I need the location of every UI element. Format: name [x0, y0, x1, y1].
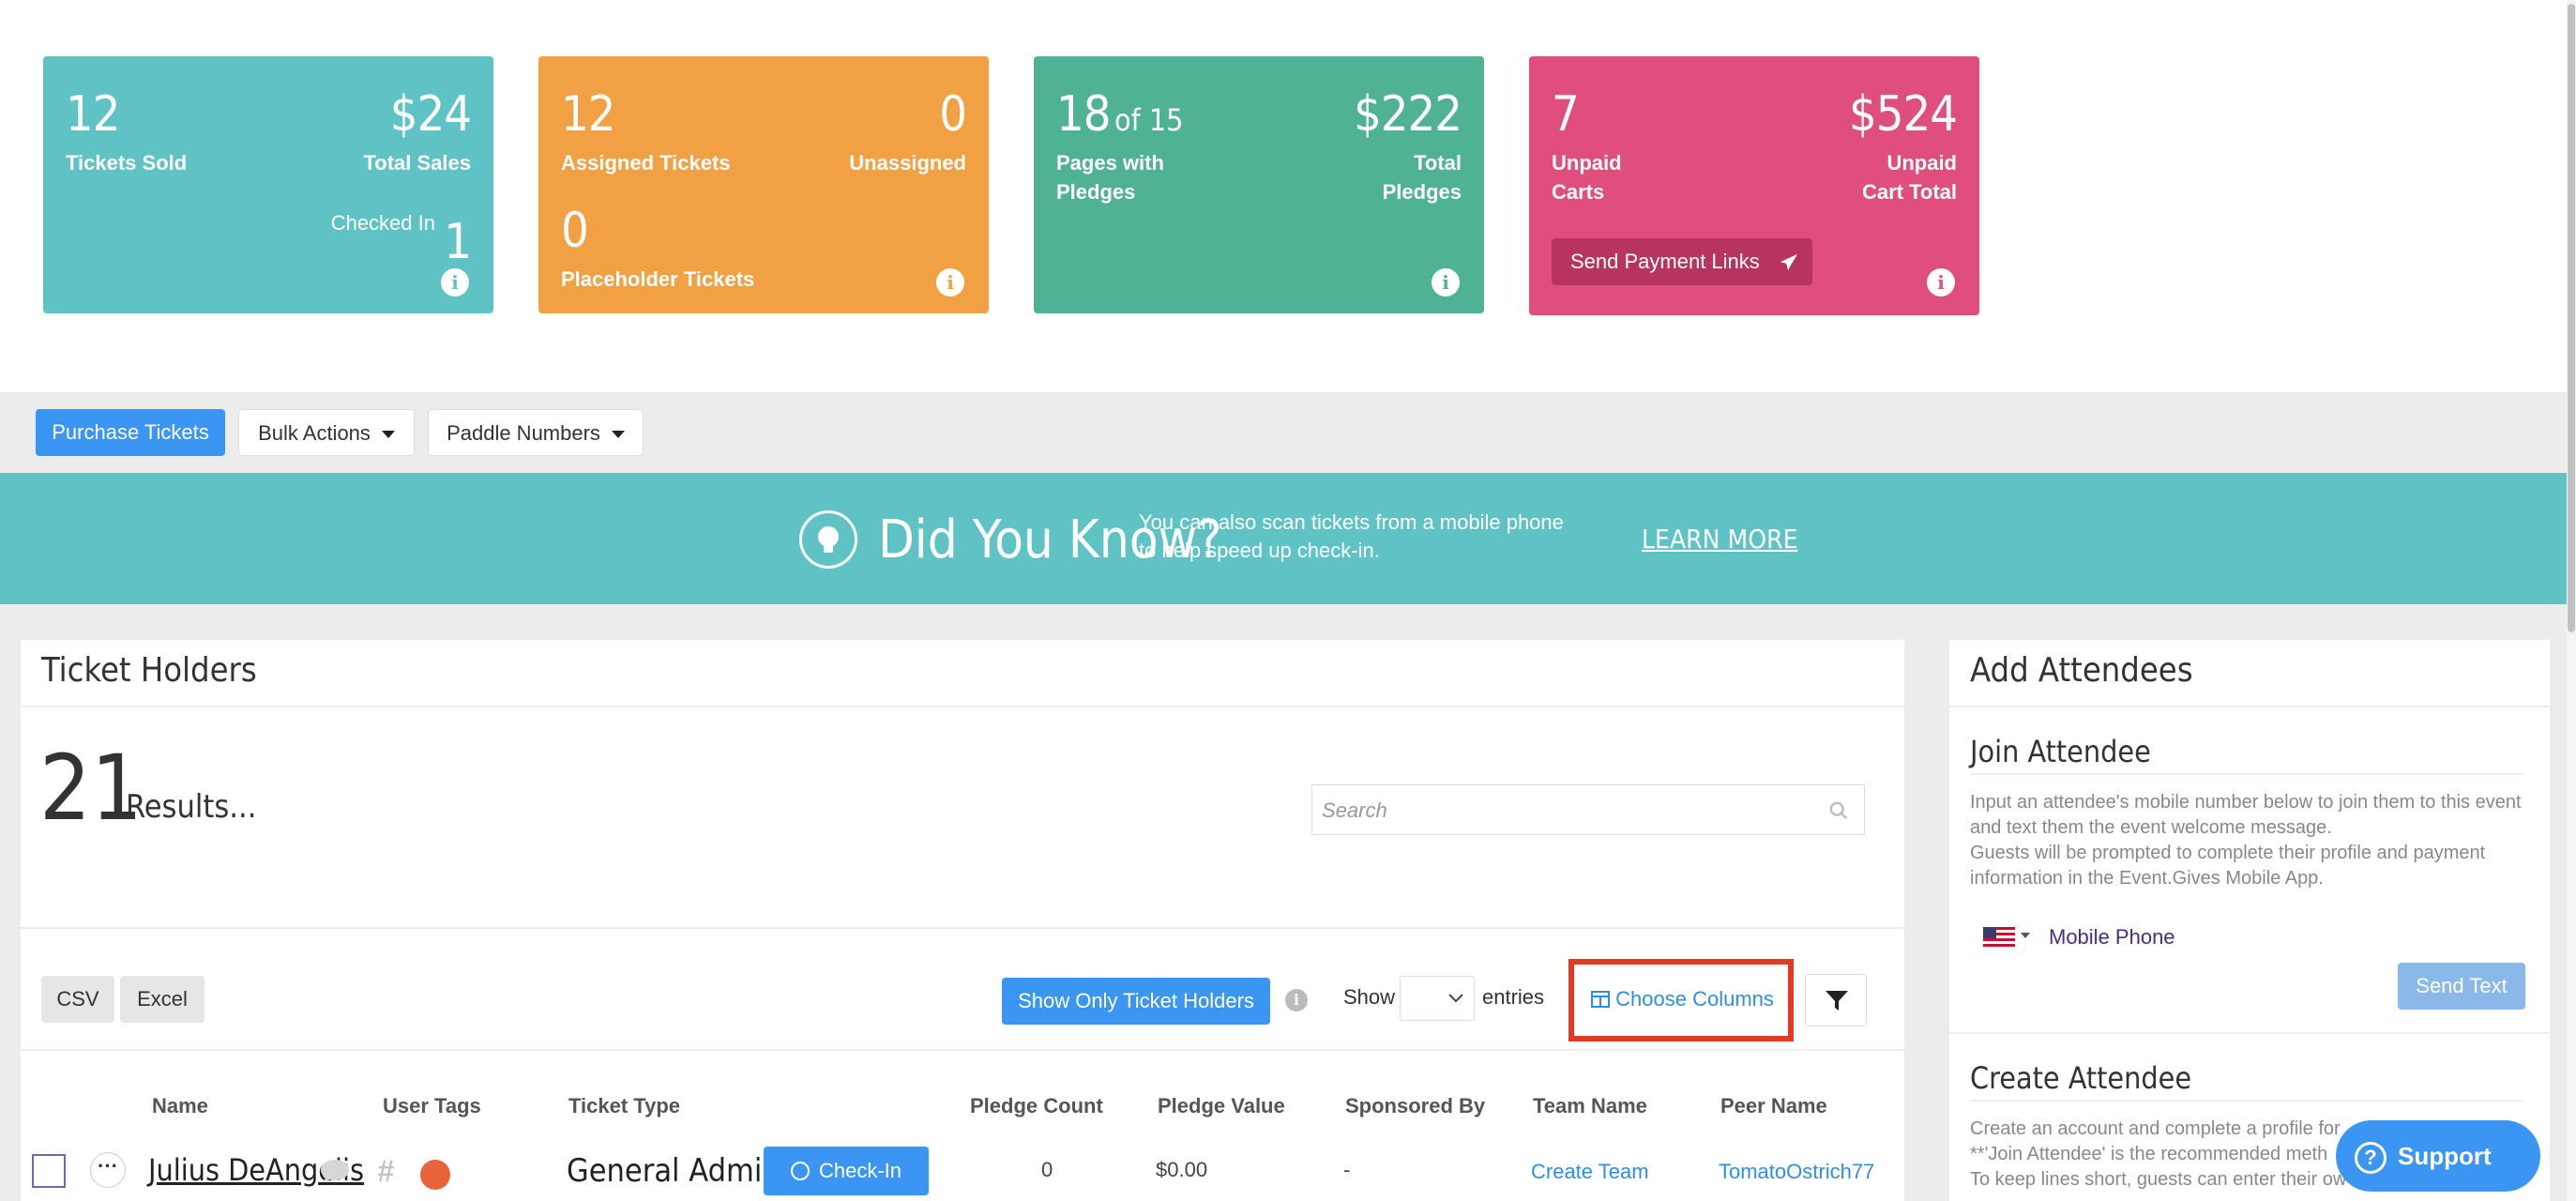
filter-button[interactable]	[1805, 974, 1867, 1026]
create-team-link[interactable]: Create Team	[1531, 1160, 1649, 1184]
search-icon	[1829, 801, 1848, 820]
unpaid-total-label: Unpaid Cart Total	[1861, 151, 1957, 204]
pledges-card: 18 of 15 Pages with Pledges $222 Total P…	[1034, 56, 1484, 313]
checked-in-label: Checked In	[330, 211, 435, 235]
pledge-value-value: $0.00	[1156, 1158, 1208, 1181]
paper-plane-icon	[1780, 254, 1798, 271]
add-tag-icon[interactable]: #	[377, 1154, 394, 1189]
info-icon[interactable]: i	[936, 268, 964, 296]
us-flag-icon[interactable]	[1983, 927, 2015, 950]
scrollbar[interactable]	[2567, 0, 2576, 1201]
caret-down-icon	[381, 431, 395, 439]
columns-icon	[1591, 991, 1610, 1008]
did-you-know-banner: Did You Know? You can also scan tickets …	[0, 473, 2576, 604]
tag-color-dot	[420, 1160, 450, 1190]
unpaid-carts-card: 7 Unpaid Carts $524 Unpaid Cart Total Se…	[1529, 56, 1979, 315]
total-pledges-value: $222	[1353, 86, 1462, 143]
lightbulb-icon	[799, 510, 857, 569]
info-icon[interactable]: i	[1432, 268, 1460, 296]
column-header-pledge-count[interactable]: Pledge Count	[970, 1094, 1103, 1118]
show-only-ticket-holders-button[interactable]: Show Only Ticket Holders	[1002, 978, 1270, 1025]
column-header-team-name[interactable]: Team Name	[1533, 1094, 1647, 1118]
divider	[21, 1049, 1904, 1051]
column-header-ticket-type[interactable]: Ticket Type	[568, 1094, 680, 1118]
send-payment-links-button[interactable]: Send Payment Links	[1552, 238, 1812, 285]
add-attendees-title: Add Attendees	[1970, 651, 2193, 690]
choose-columns-button[interactable]: Choose Columns	[1591, 987, 1774, 1011]
column-header-peer-name[interactable]: Peer Name	[1720, 1094, 1827, 1118]
csv-button[interactable]: CSV	[41, 976, 114, 1023]
entries-select[interactable]	[1400, 976, 1475, 1021]
info-icon[interactable]: i	[1285, 989, 1308, 1011]
tickets-sold-value: 12	[66, 86, 121, 143]
purchase-tickets-button[interactable]: Purchase Tickets	[36, 409, 225, 456]
unassigned-value: 0	[939, 86, 967, 143]
assigned-tickets-card: 12 Assigned Tickets 0 Unassigned 0 Place…	[538, 56, 989, 313]
support-button[interactable]: ? Support	[2336, 1120, 2540, 1192]
column-header-user-tags[interactable]: User Tags	[383, 1094, 481, 1118]
column-header-pledge-value[interactable]: Pledge Value	[1158, 1094, 1285, 1118]
row-checkbox[interactable]	[32, 1154, 66, 1188]
unassigned-label: Unassigned	[849, 151, 966, 175]
mobile-phone-input[interactable]: Mobile Phone	[2049, 925, 2175, 950]
learn-more-link[interactable]: LEARN MORE	[1642, 524, 1797, 555]
chevron-down-icon	[1448, 994, 1463, 1003]
info-icon[interactable]: i	[441, 268, 469, 296]
pages-with-pledges-label: Pages with Pledges	[1056, 151, 1164, 204]
column-header-name[interactable]: Name	[152, 1094, 208, 1118]
excel-button[interactable]: Excel	[120, 976, 205, 1023]
pages-with-pledges-value: 18 of 15	[1056, 86, 1184, 143]
join-attendee-title: Join Attendee	[1970, 734, 2151, 769]
assigned-label: Assigned Tickets	[561, 151, 731, 175]
help-icon: ?	[2355, 1142, 2387, 1175]
checked-in-value: 1	[444, 214, 472, 270]
banner-text: You can also scan tickets from a mobile …	[1139, 510, 1564, 562]
unpaid-total-value: $524	[1848, 86, 1958, 143]
circle-icon	[790, 1162, 810, 1180]
search-input[interactable]: Search	[1311, 784, 1865, 835]
entries-label: entries	[1482, 985, 1545, 1009]
create-attendee-title: Create Attendee	[1970, 1060, 2192, 1096]
sponsored-by-value: -	[1343, 1158, 1351, 1181]
divider	[1970, 773, 2523, 775]
results-label: Results...	[126, 788, 257, 826]
scrollbar-thumb[interactable]	[2568, 4, 2575, 632]
placeholder-value: 0	[561, 203, 589, 259]
ticket-holders-title: Ticket Holders	[41, 651, 257, 690]
divider	[1970, 1100, 2523, 1102]
more-options-icon[interactable]: ···	[90, 1152, 126, 1188]
divider	[1949, 1032, 2550, 1034]
caret-down-icon	[611, 431, 625, 439]
caret-down-icon[interactable]	[2021, 933, 2030, 938]
pledge-count-value: 0	[1041, 1158, 1053, 1181]
total-sales-label: Total Sales	[363, 151, 471, 175]
bulk-actions-dropdown[interactable]: Bulk Actions	[238, 409, 415, 456]
placeholder-label: Placeholder Tickets	[561, 267, 755, 291]
tickets-sold-card: 12 Tickets Sold $24 Total Sales Checked …	[43, 56, 493, 313]
comment-icon[interactable]	[319, 1158, 351, 1184]
join-attendee-text: Input an attendee's mobile number below …	[1970, 792, 2522, 889]
filter-icon	[1826, 991, 1848, 1011]
info-icon[interactable]: i	[1927, 268, 1955, 296]
column-header-sponsored-by[interactable]: Sponsored By	[1345, 1094, 1485, 1118]
divider	[21, 927, 1904, 929]
unpaid-carts-label: Unpaid Carts	[1552, 151, 1622, 204]
send-text-button[interactable]: Send Text	[2398, 963, 2525, 1010]
total-sales-value: $24	[389, 86, 472, 143]
peer-name-link[interactable]: TomatoOstrich77	[1719, 1160, 1874, 1184]
divider	[1949, 706, 2550, 707]
assigned-value: 12	[561, 86, 616, 143]
check-in-button[interactable]: Check-In	[764, 1147, 929, 1195]
divider	[21, 706, 1904, 707]
total-pledges-label: Total Pledges	[1382, 151, 1462, 204]
paddle-numbers-dropdown[interactable]: Paddle Numbers	[428, 409, 644, 456]
show-label: Show	[1343, 985, 1396, 1009]
unpaid-carts-value: 7	[1552, 86, 1580, 143]
tickets-sold-label: Tickets Sold	[66, 151, 188, 175]
